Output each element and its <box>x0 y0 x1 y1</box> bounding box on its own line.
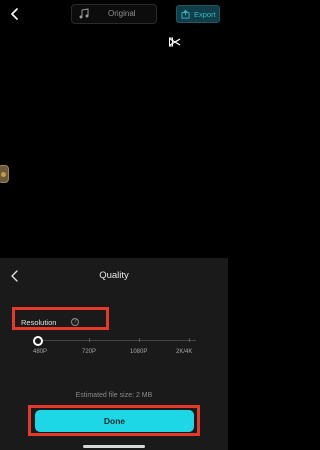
resolution-option-1080p[interactable]: 1080P <box>130 349 147 355</box>
slider-tick <box>189 338 190 342</box>
resolution-slider-track[interactable] <box>35 340 196 341</box>
home-indicator <box>83 445 145 448</box>
export-label: Export <box>194 10 216 19</box>
export-icon <box>181 10 190 19</box>
resolution-option-480p[interactable]: 480P <box>33 349 47 355</box>
quality-panel: Quality Resolution ? 480P 720P 1080P 2K/… <box>0 258 228 450</box>
panel-title: Quality <box>99 270 129 281</box>
export-button[interactable]: Export <box>176 5 220 23</box>
slider-tick <box>89 338 90 342</box>
preview-area: Original Export <box>0 0 228 258</box>
resolution-slider-thumb[interactable] <box>33 336 43 346</box>
resolution-option-2k4k[interactable]: 2K/4K <box>176 349 192 355</box>
aspect-ratio-button[interactable]: Original <box>71 4 157 24</box>
done-button[interactable]: Done <box>35 410 194 432</box>
side-handle-dot <box>1 172 6 177</box>
resolution-option-720p[interactable]: 720P <box>82 349 96 355</box>
capcut-logo-icon <box>169 37 181 47</box>
back-icon[interactable] <box>9 8 21 20</box>
side-handle[interactable] <box>0 165 9 183</box>
aspect-ratio-label: Original <box>108 9 136 18</box>
slider-tick <box>139 338 140 342</box>
resolution-label: Resolution <box>21 318 57 327</box>
music-note-icon <box>79 8 89 19</box>
info-icon[interactable]: ? <box>71 318 79 326</box>
done-label: Done <box>103 416 126 426</box>
estimated-file-size: Estimated file size: 2 MB <box>75 392 153 399</box>
